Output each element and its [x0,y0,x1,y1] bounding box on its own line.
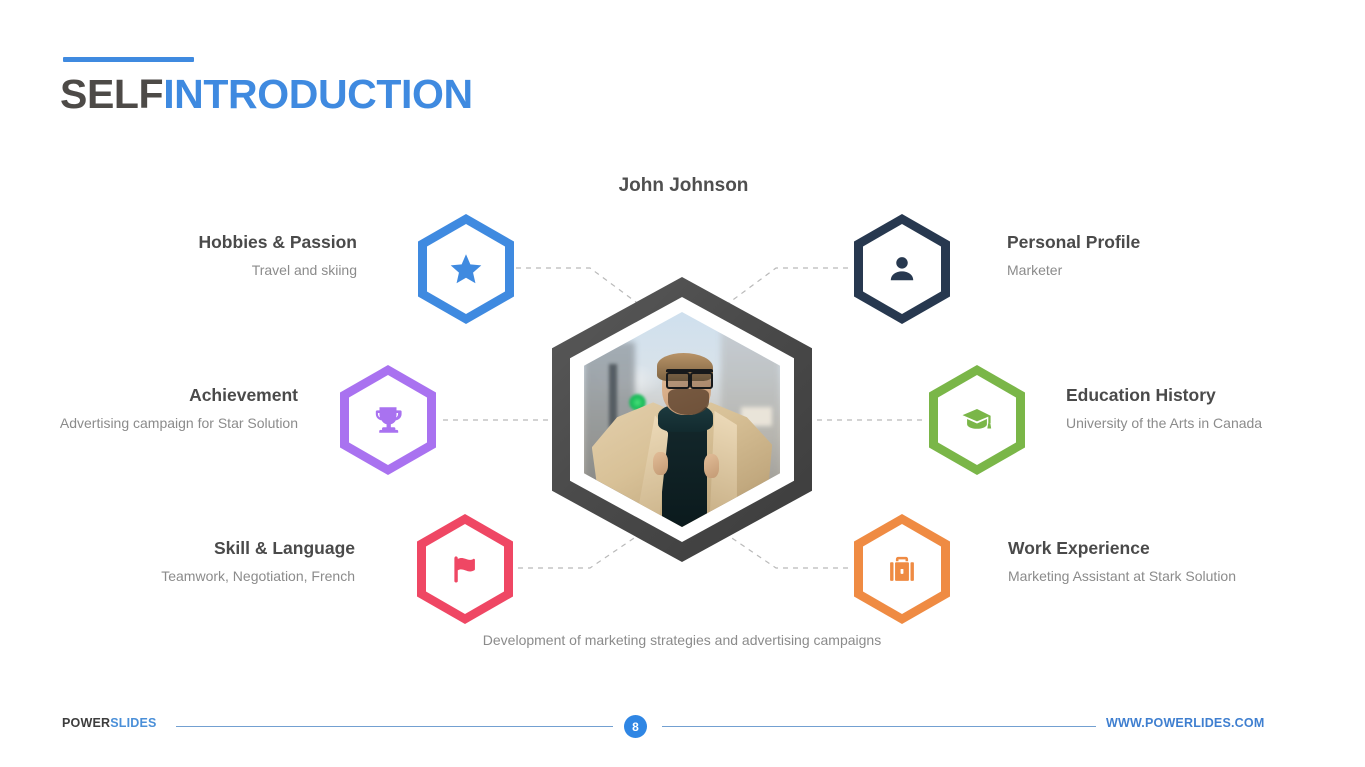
star-icon [418,214,514,324]
footer-divider-left [176,726,613,727]
entry-education: Education History University of the Arts… [1066,385,1262,432]
trophy-icon [340,365,436,475]
footer-divider-right [662,726,1096,727]
photo-man-hand-right [703,453,720,478]
entry-subtitle-education: University of the Arts in Canada [1066,414,1263,431]
bottom-caption: Development of marketing strategies and … [482,632,882,648]
slide-canvas: SELFINTRODUCTION John Johnson Hobbies & … [0,0,1365,767]
page-number-badge: 8 [624,715,647,738]
hex-icon-achievement[interactable] [340,365,436,475]
hex-icon-education[interactable] [929,365,1025,475]
page-title-part2: INTRODUCTION [163,71,473,117]
photo-man-glasses [666,369,714,389]
hex-icon-work[interactable] [854,514,950,624]
entry-title-achievement: Achievement [189,385,298,405]
entry-subtitle-personal-profile: Marketer [1007,261,1063,278]
entry-work: Work Experience Marketing Assistant at S… [1008,538,1236,585]
entry-skill: Skill & Language Teamwork, Negotiation, … [0,538,355,585]
center-profile-photo [552,277,812,562]
entry-subtitle-work: Marketing Assistant at Stark Solution [1008,567,1236,584]
entry-subtitle-skill: Teamwork, Negotiation, French [161,567,355,584]
hex-icon-personal-profile[interactable] [854,214,950,324]
hex-icon-hobbies[interactable] [418,214,514,324]
entry-title-personal-profile: Personal Profile [1007,232,1141,252]
photo-man-hand-left [652,451,669,476]
footer-url[interactable]: WWW.POWERLIDES.COM [1106,716,1264,730]
hex-icon-skill[interactable] [417,514,513,624]
entry-title-skill: Skill & Language [214,538,355,558]
entry-title-work: Work Experience [1008,538,1150,558]
page-title: SELFINTRODUCTION [60,71,473,117]
footer-logo-part2: SLIDES [110,716,157,730]
entry-title-hobbies: Hobbies & Passion [198,232,357,252]
footer-logo: POWERSLIDES [62,716,157,730]
person-name: John Johnson [0,175,1365,197]
graduation-cap-icon [929,365,1025,475]
footer-logo-part1: POWER [62,716,111,730]
photo-man-turtleneck [662,419,708,527]
entry-title-education: Education History [1066,385,1216,405]
briefcase-icon [854,514,950,624]
page-title-part1: SELF [60,71,164,117]
entry-achievement: Achievement Advertising campaign for Sta… [0,385,298,432]
flag-icon [417,514,513,624]
person-name-text: John Johnson [618,175,749,196]
entry-personal-profile: Personal Profile Marketer [1007,232,1140,279]
title-accent-bar [63,57,194,62]
entry-subtitle-hobbies: Travel and skiing [251,261,357,278]
entry-subtitle-achievement: Advertising campaign for Star Solution [59,414,298,431]
entry-hobbies: Hobbies & Passion Travel and skiing [0,232,357,279]
user-icon [854,214,950,324]
